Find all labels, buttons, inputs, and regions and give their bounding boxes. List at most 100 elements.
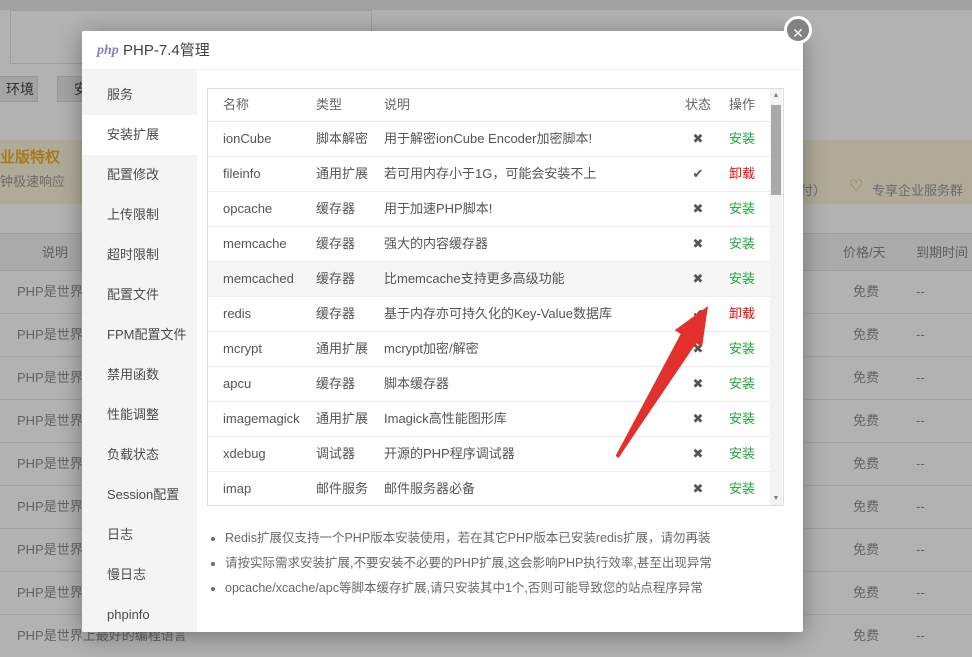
extension-row-fileinfo: fileinfo 通用扩展 若可用内存小于1G，可能会安装不上 ✔ 卸载: [208, 157, 771, 192]
extension-row-imap: imap 邮件服务 邮件服务器必备 ✖ 安装: [208, 472, 771, 506]
extensions-table: 名称 类型 说明 状态 操作 ionCube 脚本解密 用于解密ionCube …: [207, 88, 784, 506]
extension-action-link[interactable]: 安装: [720, 227, 764, 261]
cross-icon: ✖: [676, 192, 720, 226]
extension-name: xdebug: [223, 437, 266, 471]
close-icon[interactable]: ✕: [784, 16, 812, 44]
extension-row-ionCube: ionCube 脚本解密 用于解密ionCube Encoder加密脚本! ✖ …: [208, 122, 771, 157]
table-scrollbar[interactable]: ▲ ▼: [770, 89, 782, 505]
extension-row-apcu: apcu 缓存器 脚本缓存器 ✖ 安装: [208, 367, 771, 402]
extension-description: 基于内存亦可持久化的Key-Value数据库: [384, 297, 612, 331]
extension-row-memcached: memcached 缓存器 比memcache支持更多高级功能 ✖ 安装: [208, 262, 771, 297]
sidebar-item-配置文件[interactable]: 配置文件: [82, 275, 197, 315]
extension-name: memcache: [223, 227, 287, 261]
sidebar-item-禁用函数[interactable]: 禁用函数: [82, 355, 197, 395]
extension-name: imap: [223, 472, 251, 506]
extension-description: Imagick高性能图形库: [384, 402, 507, 436]
extension-name: redis: [223, 297, 251, 331]
sidebar-item-负载状态[interactable]: 负载状态: [82, 435, 197, 475]
sidebar-item-日志[interactable]: 日志: [82, 515, 197, 555]
extension-type: 通用扩展: [316, 157, 368, 191]
extensions-table-body: ionCube 脚本解密 用于解密ionCube Encoder加密脚本! ✖ …: [208, 122, 771, 506]
extension-row-opcache: opcache 缓存器 用于加速PHP脚本! ✖ 安装: [208, 192, 771, 227]
extension-type: 通用扩展: [316, 402, 368, 436]
extension-type: 通用扩展: [316, 332, 368, 366]
sidebar-item-Session配置[interactable]: Session配置: [82, 475, 197, 515]
cross-icon: ✖: [676, 402, 720, 436]
extension-type: 缓存器: [316, 262, 355, 296]
cross-icon: ✖: [676, 437, 720, 471]
extension-description: 比memcache支持更多高级功能: [384, 262, 565, 296]
extension-action-link[interactable]: 安装: [720, 332, 764, 366]
sidebar-item-FPM配置文件[interactable]: FPM配置文件: [82, 315, 197, 355]
extension-type: 缓存器: [316, 297, 355, 331]
screen: 环境 安 业版特权 钟极速响应 付） ♡ 专享企业服务群（年 说明 价格/天 到…: [0, 0, 972, 657]
note-item: opcache/xcache/apc等脚本缓存扩展,请只安装其中1个,否则可能导…: [225, 576, 777, 601]
note-item: Redis扩展仅支持一个PHP版本安装使用，若在其它PHP版本已安装redis扩…: [225, 526, 777, 551]
column-header-status: 状态: [676, 89, 720, 121]
extension-name: ionCube: [223, 122, 271, 156]
column-header-description: 说明: [384, 89, 410, 121]
extension-action-link[interactable]: 安装: [720, 437, 764, 471]
dialog-title: PHP-7.4管理: [123, 31, 210, 70]
sidebar-item-phpinfo[interactable]: phpinfo: [82, 595, 197, 635]
column-header-name: 名称: [223, 89, 249, 121]
extension-name: opcache: [223, 192, 272, 226]
cross-icon: ✖: [676, 122, 720, 156]
php-logo-icon: php: [97, 31, 119, 70]
extension-action-link[interactable]: 安装: [720, 367, 764, 401]
extension-row-redis: redis 缓存器 基于内存亦可持久化的Key-Value数据库 ✔ 卸载: [208, 297, 771, 332]
cross-icon: ✖: [676, 227, 720, 261]
cross-icon: ✖: [676, 332, 720, 366]
extension-description: 若可用内存小于1G，可能会安装不上: [384, 157, 596, 191]
extension-name: imagemagick: [223, 402, 300, 436]
extension-type: 缓存器: [316, 192, 355, 226]
extension-action-link[interactable]: 安装: [720, 402, 764, 436]
extension-description: 邮件服务器必备: [384, 472, 475, 506]
extension-row-memcache: memcache 缓存器 强大的内容缓存器 ✖ 安装: [208, 227, 771, 262]
sidebar-item-性能调整[interactable]: 性能调整: [82, 395, 197, 435]
dialog-header: php PHP-7.4管理: [82, 31, 803, 70]
extension-row-xdebug: xdebug 调试器 开源的PHP程序调试器 ✖ 安装: [208, 437, 771, 472]
extension-type: 调试器: [316, 437, 355, 471]
extension-action-link[interactable]: 安装: [720, 262, 764, 296]
extension-name: memcached: [223, 262, 294, 296]
check-icon: ✔: [676, 157, 720, 191]
extension-description: 用于加速PHP脚本!: [384, 192, 492, 226]
extension-row-imagemagick: imagemagick 通用扩展 Imagick高性能图形库 ✖ 安装: [208, 402, 771, 437]
cross-icon: ✖: [676, 472, 720, 506]
extension-action-link[interactable]: 安装: [720, 472, 764, 506]
scroll-down-icon[interactable]: ▼: [770, 492, 782, 505]
extension-description: 开源的PHP程序调试器: [384, 437, 515, 471]
scrollbar-thumb[interactable]: [771, 105, 781, 195]
extension-type: 邮件服务: [316, 472, 368, 506]
column-header-action: 操作: [720, 89, 764, 121]
extension-action-link[interactable]: 卸载: [720, 157, 764, 191]
extension-description: 脚本缓存器: [384, 367, 449, 401]
sidebar-item-慢日志[interactable]: 慢日志: [82, 555, 197, 595]
dialog-sidebar: 服务安装扩展配置修改上传限制超时限制配置文件FPM配置文件禁用函数性能调整负载状…: [82, 70, 197, 632]
extension-description: 用于解密ionCube Encoder加密脚本!: [384, 122, 592, 156]
sidebar-item-配置修改[interactable]: 配置修改: [82, 155, 197, 195]
extensions-table-header: 名称 类型 说明 状态 操作: [208, 89, 783, 122]
scroll-up-icon[interactable]: ▲: [770, 89, 782, 102]
cross-icon: ✖: [676, 262, 720, 296]
cross-icon: ✖: [676, 367, 720, 401]
check-icon: ✔: [676, 297, 720, 331]
extension-name: fileinfo: [223, 157, 261, 191]
extension-row-mcrypt: mcrypt 通用扩展 mcrypt加密/解密 ✖ 安装: [208, 332, 771, 367]
sidebar-item-安装扩展[interactable]: 安装扩展: [82, 115, 197, 155]
extension-description: mcrypt加密/解密: [384, 332, 479, 366]
extension-type: 缓存器: [316, 227, 355, 261]
extension-action-link[interactable]: 安装: [720, 192, 764, 226]
sidebar-item-服务[interactable]: 服务: [82, 75, 197, 115]
extension-action-link[interactable]: 安装: [720, 122, 764, 156]
php-manage-dialog: php PHP-7.4管理 ✕ 服务安装扩展配置修改上传限制超时限制配置文件FP…: [82, 31, 803, 632]
extension-type: 脚本解密: [316, 122, 368, 156]
extension-type: 缓存器: [316, 367, 355, 401]
extension-name: apcu: [223, 367, 251, 401]
extension-action-link[interactable]: 卸载: [720, 297, 764, 331]
sidebar-item-超时限制[interactable]: 超时限制: [82, 235, 197, 275]
column-header-type: 类型: [316, 89, 342, 121]
note-item: 请按实际需求安装扩展,不要安装不必要的PHP扩展,这会影响PHP执行效率,甚至出…: [225, 551, 777, 576]
sidebar-item-上传限制[interactable]: 上传限制: [82, 195, 197, 235]
